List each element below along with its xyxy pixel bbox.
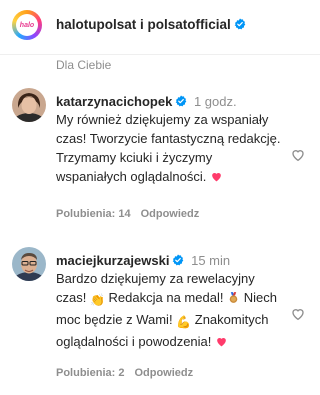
comment-meta: Polubienia: 2 Odpowiedz — [56, 367, 203, 379]
comment-username[interactable]: katarzynacichopek — [56, 94, 172, 109]
medal-icon — [229, 292, 238, 303]
comment-body: My również dziękujemy za wspaniały czas!… — [56, 112, 281, 184]
verified-icon — [173, 254, 184, 266]
heart-outline-icon — [292, 150, 304, 162]
header-title[interactable]: halotupolsat i polsatofficial — [56, 17, 246, 32]
account-avatar[interactable]: halo — [12, 10, 42, 40]
header-usernames[interactable]: halotupolsat i polsatofficial — [56, 17, 231, 32]
comment-text: Bardzo dziękujemy za rewelacyjny czas! 👏… — [56, 269, 282, 351]
filter-label[interactable]: Dla Ciebie — [56, 58, 111, 72]
reply-button[interactable]: Odpowiedz — [134, 367, 193, 379]
comment-meta: Polubienia: 14 Odpowiedz — [56, 208, 209, 220]
clapping-hands-icon: 👏 — [89, 293, 105, 307]
comment-text: My również dziękujemy za wspaniały czas!… — [56, 110, 282, 186]
comment-username[interactable]: maciejkurzajewski — [56, 253, 169, 268]
comment-header: katarzynacichopek 1 godz. — [56, 94, 237, 109]
like-button[interactable] — [288, 145, 308, 165]
comment-body-part: Redakcja na medal! — [108, 290, 224, 305]
heart-emoji-icon — [212, 172, 221, 182]
comment-time[interactable]: 1 godz. — [194, 94, 237, 109]
avatar[interactable] — [12, 247, 46, 281]
comment-header: maciejkurzajewski 15 min — [56, 253, 230, 268]
reply-button[interactable]: Odpowiedz — [141, 208, 200, 220]
verified-icon — [176, 95, 187, 107]
likes-count[interactable]: Polubienia: 2 — [56, 367, 124, 379]
like-button[interactable] — [288, 304, 308, 324]
flexed-biceps-icon: 💪 — [176, 315, 192, 329]
verified-icon — [234, 18, 246, 30]
post-header: halo halotupolsat i polsatofficial — [0, 0, 320, 55]
comment-time[interactable]: 15 min — [191, 253, 230, 268]
logo-text: halo — [19, 21, 35, 29]
heart-emoji-icon — [217, 337, 226, 347]
likes-count[interactable]: Polubienia: 14 — [56, 208, 131, 220]
heart-outline-icon — [292, 309, 304, 321]
avatar[interactable] — [12, 88, 46, 122]
